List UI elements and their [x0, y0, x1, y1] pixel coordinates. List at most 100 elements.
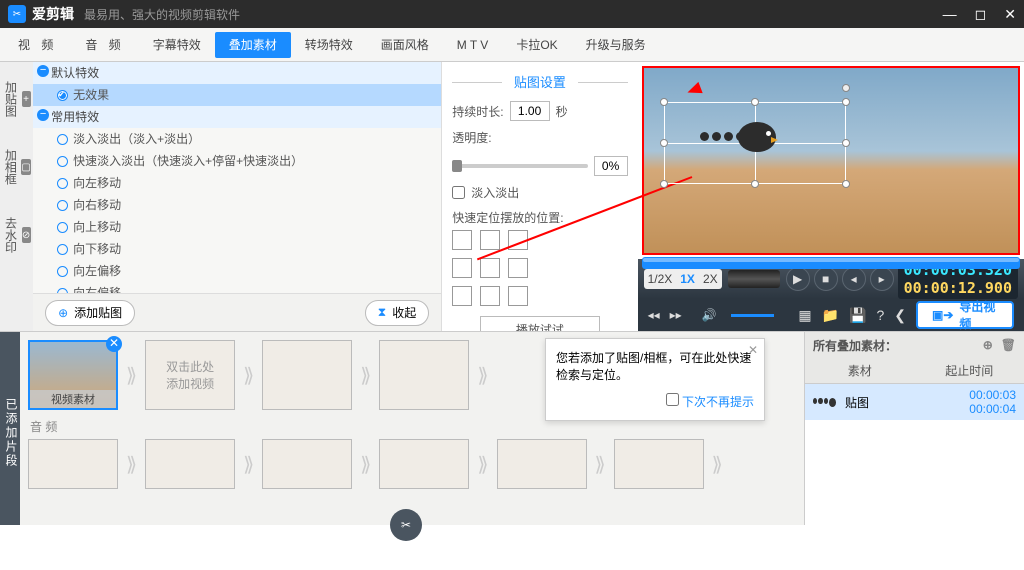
delete-clip-icon[interactable]: ✕ [106, 336, 122, 352]
chevron-icon: ⟫ [126, 452, 137, 477]
rewind-button[interactable]: ◂◂ [648, 308, 660, 322]
jog-wheel[interactable] [728, 270, 780, 288]
audio-clip-empty[interactable] [28, 439, 118, 489]
plus-icon: + [22, 91, 31, 107]
close-button[interactable]: ✕ [1004, 6, 1016, 23]
chevron-icon: ⟫ [712, 452, 723, 477]
tab-style[interactable]: 画面风格 [367, 32, 443, 58]
fade-checkbox[interactable] [452, 186, 465, 199]
chevron-icon: ⟫ [477, 452, 488, 477]
pos-tl[interactable] [452, 230, 472, 250]
material-row[interactable]: 贴图 00:00:0300:00:04 [805, 384, 1024, 420]
forward-button[interactable]: ▸▸ [670, 308, 682, 322]
effect-item[interactable]: 向左偏移 [33, 260, 441, 282]
effect-item[interactable]: 淡入淡出（淡入+淡出） [33, 128, 441, 150]
add-sticker-button[interactable]: +加贴图 [3, 70, 31, 128]
delete-material-icon[interactable]: 🗑 [1001, 338, 1016, 352]
clip-empty[interactable] [262, 340, 352, 410]
new-icon[interactable]: ▦ [798, 307, 811, 324]
position-grid [452, 230, 627, 306]
volume-slider[interactable] [731, 314, 775, 317]
effect-item[interactable]: 向下移动 [33, 238, 441, 260]
audio-clip-empty[interactable] [145, 439, 235, 489]
collapse-btn[interactable]: ⧗收起 [365, 300, 429, 326]
export-icon: ▣➔ [932, 308, 953, 322]
tab-transition[interactable]: 转场特效 [291, 32, 367, 58]
play-button[interactable]: ▶ [786, 267, 810, 291]
opacity-slider[interactable] [452, 164, 587, 168]
maximize-button[interactable]: ◻ [975, 6, 987, 23]
add-frame-button[interactable]: ▢加相框 [3, 138, 31, 196]
tab-karaoke[interactable]: 卡拉OK [502, 32, 571, 58]
tab-audio[interactable]: 音 频 [71, 32, 138, 58]
next-frame-button[interactable]: ▸ [870, 267, 894, 291]
add-sticker-btn[interactable]: ⊕添加贴图 [45, 300, 135, 326]
preview-canvas[interactable] [642, 66, 1020, 255]
timeline: 已添加片段 ✕视频素材 ⟫ 双击此处 添加视频 ⟫ ⟫ ⟫ 音 频 ⟫ ⟫ ⟫ … [0, 331, 1024, 525]
bird-sticker[interactable] [738, 122, 776, 152]
speed-toggle[interactable]: 1/2X1X2X [644, 269, 722, 289]
pos-bl[interactable] [452, 286, 472, 306]
clip-1[interactable]: ✕视频素材 [28, 340, 118, 410]
dont-show-checkbox[interactable] [666, 393, 679, 406]
effect-item[interactable]: 向左移动 [33, 172, 441, 194]
prev-frame-button[interactable]: ◂ [842, 267, 866, 291]
save-icon[interactable]: 💾 [849, 307, 866, 324]
timeline-tab: 已添加片段 [0, 332, 20, 525]
tab-mtv[interactable]: M T V [443, 32, 503, 58]
effect-item[interactable]: 向右移动 [33, 194, 441, 216]
effects-panel: 默认特效 无效果 常用特效 淡入淡出（淡入+淡出） 快速淡入淡出（快速淡入+停留… [33, 62, 442, 331]
audio-clip-empty[interactable] [614, 439, 704, 489]
preview-toolbar: ◂◂ ▸▸ 🔊 ▦ 📁 💾 ? ❮ ▣➔导出视频 [638, 299, 1024, 331]
export-button[interactable]: ▣➔导出视频 [916, 301, 1014, 329]
pos-tc[interactable] [480, 230, 500, 250]
pos-br[interactable] [508, 286, 528, 306]
minimize-button[interactable]: — [943, 6, 957, 23]
erase-icon: ⊘ [22, 227, 31, 243]
add-material-icon[interactable]: ⊕ [983, 338, 993, 352]
seek-bar[interactable] [642, 257, 1020, 269]
effect-group-common[interactable]: 常用特效 [33, 106, 441, 128]
tooltip-text: 您若添加了贴图/相框，可在此处快速检索与定位。 [556, 349, 754, 383]
effect-item[interactable]: 向右偏移 [33, 282, 441, 293]
audio-clip-empty[interactable] [497, 439, 587, 489]
effect-item[interactable]: 快速淡入淡出（快速淡入+停留+快速淡出） [33, 150, 441, 172]
pos-bc[interactable] [480, 286, 500, 306]
open-icon[interactable]: 📁 [822, 307, 839, 324]
chevron-icon: ⟫ [243, 363, 254, 388]
app-subtitle: 最易用、强大的视频剪辑软件 [84, 6, 240, 23]
opacity-label: 透明度: [452, 129, 627, 146]
tooltip-close-icon[interactable]: ✕ [748, 343, 758, 357]
sticker-settings: 贴图设置 持续时长:秒 透明度: 淡入淡出 快速定位摆放的位置: 播放试试 [442, 62, 637, 331]
frame-icon: ▢ [21, 159, 30, 175]
total-time: 00:00:12.900 [904, 279, 1012, 297]
tab-video[interactable]: 视 频 [4, 32, 71, 58]
opacity-value[interactable] [594, 156, 628, 176]
main-tabs: 视 频 音 频 字幕特效 叠加素材 转场特效 画面风格 M T V 卡拉OK 升… [0, 28, 1024, 62]
tab-upgrade[interactable]: 升级与服务 [572, 32, 660, 58]
effect-item[interactable]: 向上移动 [33, 216, 441, 238]
clip-empty[interactable]: 双击此处 添加视频 [145, 340, 235, 410]
clip-empty[interactable] [379, 340, 469, 410]
stop-button[interactable]: ■ [814, 267, 838, 291]
tab-overlay[interactable]: 叠加素材 [215, 32, 291, 58]
duration-input[interactable] [510, 101, 550, 121]
cut-button[interactable]: ✂ [390, 509, 422, 541]
pos-ml[interactable] [452, 258, 472, 278]
col-material: 素材 [805, 358, 915, 384]
help-icon[interactable]: ? [876, 307, 884, 323]
collapse-icon: ⧗ [378, 305, 386, 320]
remove-watermark-button[interactable]: ⊘去水印 [3, 206, 31, 264]
effect-group-default[interactable]: 默认特效 [33, 62, 441, 84]
tab-subtitle[interactable]: 字幕特效 [139, 32, 215, 58]
audio-clip-empty[interactable] [379, 439, 469, 489]
plus-circle-icon: ⊕ [58, 306, 68, 320]
pos-mr[interactable] [508, 258, 528, 278]
pos-mc[interactable] [480, 258, 500, 278]
effect-item-none[interactable]: 无效果 [33, 84, 441, 106]
volume-icon[interactable]: 🔊 [702, 308, 717, 322]
audio-clip-empty[interactable] [262, 439, 352, 489]
close-handle-icon[interactable] [842, 84, 850, 92]
hint-tooltip: ✕ 您若添加了贴图/相框，可在此处快速检索与定位。 下次不再提示 [545, 338, 765, 421]
share-icon[interactable]: ❮ [894, 307, 906, 324]
